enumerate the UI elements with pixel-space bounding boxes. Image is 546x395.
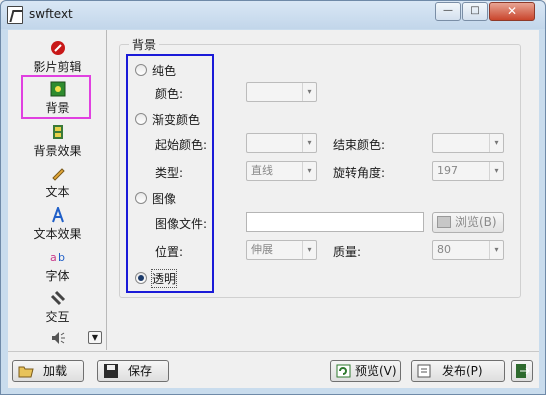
- spin-arrows-icon[interactable]: ▾: [489, 241, 503, 259]
- group-title: 背景: [129, 36, 160, 53]
- sidebar-item-label: 文本效果: [33, 227, 82, 241]
- sidebar-item-label: 交互: [45, 310, 70, 324]
- gradient-type-select[interactable]: 直线 ▾: [246, 161, 317, 181]
- end-color-combo[interactable]: ▾: [432, 133, 504, 153]
- film-clip-icon: [50, 41, 65, 55]
- image-file-label: 图像文件:: [155, 217, 208, 231]
- rotation-angle-spinner[interactable]: 197 ▾: [432, 161, 504, 181]
- title-bar[interactable]: swftext — □ ✕: [1, 1, 545, 29]
- client-area: 影片剪辑 背景 背景效果 文本 文本效果 ab 字体 交互 ▼ 背景 纯色 颜色…: [8, 30, 539, 388]
- chevron-down-icon: ▾: [302, 83, 316, 101]
- publish-button-label: 发布(P): [442, 364, 483, 378]
- chevron-down-icon: ▾: [302, 162, 316, 180]
- sidebar-item-background[interactable]: 背景: [8, 75, 107, 119]
- preview-button-label: 预览(V): [355, 364, 397, 378]
- quality-spinner[interactable]: 80 ▾: [432, 240, 504, 260]
- selection-highlight: [21, 75, 91, 119]
- film-strip-icon: [52, 125, 63, 139]
- folder-icon: [437, 216, 451, 228]
- transparent-radio[interactable]: [135, 272, 147, 284]
- bottom-toolbar: 加载 保存 预览(V) 发布(P): [8, 351, 539, 388]
- gradient-color-radio[interactable]: [135, 113, 147, 125]
- background-settings-panel: 背景 纯色 颜色: ▾ 渐变颜色 起始颜色: ▾ 结束颜色: ▾ 类型: 直线 ▾…: [109, 30, 539, 350]
- sidebar-item-label: 文本: [45, 185, 70, 199]
- exit-door-icon: [516, 364, 530, 378]
- text-effect-a-icon: [51, 207, 64, 223]
- color-picker-combo[interactable]: ▾: [246, 82, 317, 102]
- font-ab-icon: ab: [50, 251, 65, 264]
- gradient-color-label: 渐变颜色: [152, 113, 201, 127]
- app-icon: [7, 6, 23, 24]
- sidebar-item-label: 字体: [45, 269, 70, 283]
- sidebar-item-movie-clip[interactable]: 影片剪辑: [8, 36, 107, 78]
- chevron-down-icon: ▾: [302, 241, 316, 259]
- quality-value: 80: [437, 243, 451, 256]
- sidebar: 影片剪辑 背景 背景效果 文本 文本效果 ab 字体 交互 ▼: [8, 30, 107, 350]
- start-color-combo[interactable]: ▾: [246, 133, 317, 153]
- image-position-value: 伸展: [251, 243, 273, 256]
- type-label: 类型:: [155, 166, 184, 180]
- end-color-label: 结束颜色:: [333, 138, 386, 152]
- publish-icon: [417, 364, 431, 378]
- start-color-label: 起始颜色:: [155, 138, 208, 152]
- sidebar-item-label: 影片剪辑: [33, 60, 82, 74]
- load-button[interactable]: 加载: [12, 360, 84, 382]
- svg-text:b: b: [58, 251, 65, 264]
- sidebar-item-label: 背景效果: [33, 144, 82, 158]
- chevron-down-icon: ▾: [489, 134, 503, 152]
- app-window: swftext — □ ✕ 影片剪辑 背景 背景效果 文本 文本效果 a b 字…: [0, 0, 546, 395]
- image-label: 图像: [152, 192, 177, 206]
- minimize-button[interactable]: —: [435, 2, 461, 21]
- load-button-label: 加载: [43, 364, 68, 378]
- sidebar-scroll-down-button[interactable]: ▼: [88, 331, 102, 344]
- color-label: 颜色:: [155, 87, 184, 101]
- svg-text:a: a: [50, 251, 57, 264]
- solid-color-label: 纯色: [152, 64, 177, 78]
- quality-label: 质量:: [333, 245, 362, 259]
- sidebar-item-interaction[interactable]: 交互: [8, 286, 107, 328]
- maximize-button[interactable]: □: [462, 2, 488, 21]
- browse-button[interactable]: 浏览(B): [432, 212, 504, 233]
- preview-button[interactable]: 预览(V): [330, 360, 401, 382]
- preview-refresh-icon: [336, 364, 351, 378]
- image-position-select[interactable]: 伸展 ▾: [246, 240, 317, 260]
- save-button-label: 保存: [128, 364, 153, 378]
- exit-button[interactable]: [511, 360, 533, 382]
- solid-color-radio[interactable]: [135, 64, 147, 76]
- sidebar-item-font[interactable]: ab 字体: [8, 245, 107, 287]
- sidebar-item-background-effect[interactable]: 背景效果: [8, 120, 107, 162]
- close-button[interactable]: ✕: [489, 2, 535, 21]
- window-title: swftext: [29, 7, 73, 21]
- pencil-icon: [51, 168, 65, 181]
- rotation-angle-value: 197: [437, 164, 458, 177]
- floppy-disk-icon: [104, 364, 118, 378]
- position-label: 位置:: [155, 245, 184, 259]
- sidebar-item-text-effect[interactable]: 文本效果: [8, 203, 107, 245]
- open-folder-icon: [18, 366, 34, 378]
- spin-arrows-icon[interactable]: ▾: [489, 162, 503, 180]
- sidebar-item-text[interactable]: 文本: [8, 161, 107, 203]
- save-button[interactable]: 保存: [97, 360, 169, 382]
- publish-button[interactable]: 发布(P): [411, 360, 505, 382]
- rotation-angle-label: 旋转角度:: [333, 166, 386, 180]
- speaker-icon: [51, 332, 65, 344]
- image-radio[interactable]: [135, 192, 147, 204]
- interaction-link-icon: [50, 290, 65, 306]
- chevron-down-icon: ▾: [302, 134, 316, 152]
- gradient-type-value: 直线: [251, 164, 273, 177]
- browse-button-label: 浏览(B): [455, 215, 497, 229]
- transparent-label: 透明: [150, 269, 178, 288]
- image-file-input[interactable]: [246, 212, 424, 232]
